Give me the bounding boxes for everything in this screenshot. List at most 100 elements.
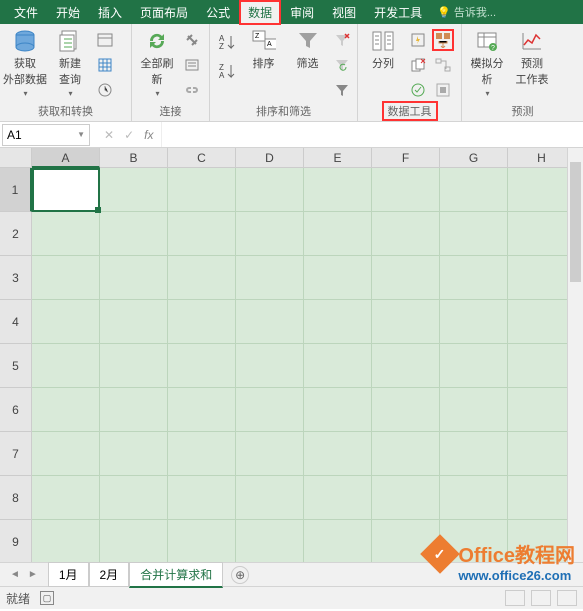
edit-links-button[interactable] [181,79,203,101]
chevron-down-icon[interactable]: ▼ [77,130,85,139]
column-headers: A B C D E F G H [32,148,583,168]
sort-button[interactable]: ZA 排序 [243,29,284,71]
tab-formula[interactable]: 公式 [197,0,239,25]
forecast-sheet-button[interactable]: 预测 工作表 [511,29,553,87]
filter-icon [296,29,320,53]
new-query-button[interactable]: 新建 查询 [49,29,91,98]
row-header[interactable]: 5 [0,344,32,388]
col-header[interactable]: H [508,148,576,168]
row-header[interactable]: 8 [0,476,32,520]
data-validation-button[interactable] [407,79,429,101]
flash-fill-button[interactable] [407,29,429,51]
tab-layout[interactable]: 页面布局 [131,0,197,25]
col-header[interactable]: A [32,148,100,168]
status-ready: 就绪 [6,590,30,607]
col-header[interactable]: C [168,148,236,168]
group-label-forecast: 预测 [466,103,579,121]
group-connections: 全部刷新 连接 [132,24,210,121]
sort-desc-button[interactable]: ZA [214,58,240,84]
page-break-view-button[interactable] [557,590,577,606]
relationships-button[interactable] [432,54,454,76]
reapply-button[interactable] [331,54,353,76]
sort-asc-button[interactable]: AZ [214,29,240,55]
col-header[interactable]: D [236,148,304,168]
watermark-url: www.office26.com [458,568,575,583]
recent-sources-button[interactable] [94,79,116,101]
tell-me[interactable]: 💡 告诉我... [437,4,496,20]
name-box[interactable]: A1 ▼ [2,124,90,146]
col-header[interactable]: G [440,148,508,168]
lightbulb-icon: 💡 [437,6,451,19]
fx-icon[interactable]: fx [144,128,153,142]
col-header[interactable]: E [304,148,372,168]
filter-label: 筛选 [297,55,319,71]
watermark-badge-icon: ✓ [421,534,461,574]
manage-data-model-button[interactable] [432,79,454,101]
consolidate-button[interactable] [432,29,454,51]
sheet-tab[interactable]: 1月 [48,562,89,587]
whatif-button[interactable]: ? 模拟分析 [466,29,508,98]
select-all-triangle[interactable] [0,148,32,168]
row-header[interactable]: 9 [0,520,32,562]
forecast-icon [520,29,544,53]
filter-button[interactable]: 筛选 [287,29,328,71]
col-header[interactable]: F [372,148,440,168]
show-queries-button[interactable] [94,29,116,51]
watermark: ✓ Office教程网 www.office26.com [426,539,575,583]
row-header[interactable]: 7 [0,432,32,476]
macro-record-icon[interactable]: ▢ [40,591,54,605]
row-header[interactable]: 3 [0,256,32,300]
connections-button[interactable] [181,29,203,51]
row-header[interactable]: 2 [0,212,32,256]
active-cell[interactable] [32,168,100,212]
row-header[interactable]: 1 [0,168,32,212]
new-query-icon [58,29,82,53]
formula-bar: A1 ▼ ✕ ✓ fx [0,122,583,148]
vertical-scrollbar[interactable] [567,148,583,562]
svg-text:Z: Z [219,42,224,51]
from-table-button[interactable] [94,54,116,76]
group-forecast: ? 模拟分析 预测 工作表 预测 [462,24,583,121]
new-query-label: 新建 查询 [59,55,81,87]
tab-review[interactable]: 审阅 [281,0,323,25]
svg-text:Z: Z [255,33,260,40]
tab-insert[interactable]: 插入 [89,0,131,25]
watermark-title: Office教程网 [458,539,575,568]
database-icon [13,29,37,53]
sheet-nav[interactable]: ◄► [0,569,48,580]
confirm-icon: ✓ [124,128,134,142]
svg-text:A: A [219,71,225,80]
advanced-filter-button[interactable] [331,79,353,101]
refresh-icon [145,29,169,53]
svg-text:?: ? [491,45,495,52]
page-layout-view-button[interactable] [531,590,551,606]
text-to-columns-button[interactable]: 分列 [362,29,404,71]
row-header[interactable]: 4 [0,300,32,344]
sort-icon: ZA [252,29,276,53]
normal-view-button[interactable] [505,590,525,606]
sort-label: 排序 [253,55,275,71]
svg-text:A: A [267,41,272,48]
sheet-tab-active[interactable]: 合并计算求和 [129,562,223,588]
col-header[interactable]: B [100,148,168,168]
formula-input[interactable] [161,122,583,147]
tab-dev[interactable]: 开发工具 [365,0,431,25]
clear-filter-button[interactable] [331,29,353,51]
sheet-tab[interactable]: 2月 [89,562,130,587]
tab-file[interactable]: 文件 [5,0,47,25]
refresh-all-button[interactable]: 全部刷新 [136,29,178,98]
properties-button[interactable] [181,54,203,76]
remove-duplicates-button[interactable] [407,54,429,76]
group-label-data-tools: 数据工具 [382,101,438,121]
cancel-icon: ✕ [104,128,114,142]
ribbon-tabbar: 文件 开始 插入 页面布局 公式 数据 审阅 视图 开发工具 💡 告诉我... [0,0,583,24]
cells-area[interactable] [32,168,583,562]
group-label-sort: 排序和筛选 [214,103,353,121]
tab-view[interactable]: 视图 [323,0,365,25]
ribbon: 获取 外部数据 新建 查询 获取和转换 全部刷新 [0,24,583,122]
tab-home[interactable]: 开始 [47,0,89,25]
tab-data[interactable]: 数据 [239,0,281,25]
get-external-data-button[interactable]: 获取 外部数据 [4,29,46,98]
new-sheet-button[interactable]: ⊕ [231,566,249,584]
row-header[interactable]: 6 [0,388,32,432]
